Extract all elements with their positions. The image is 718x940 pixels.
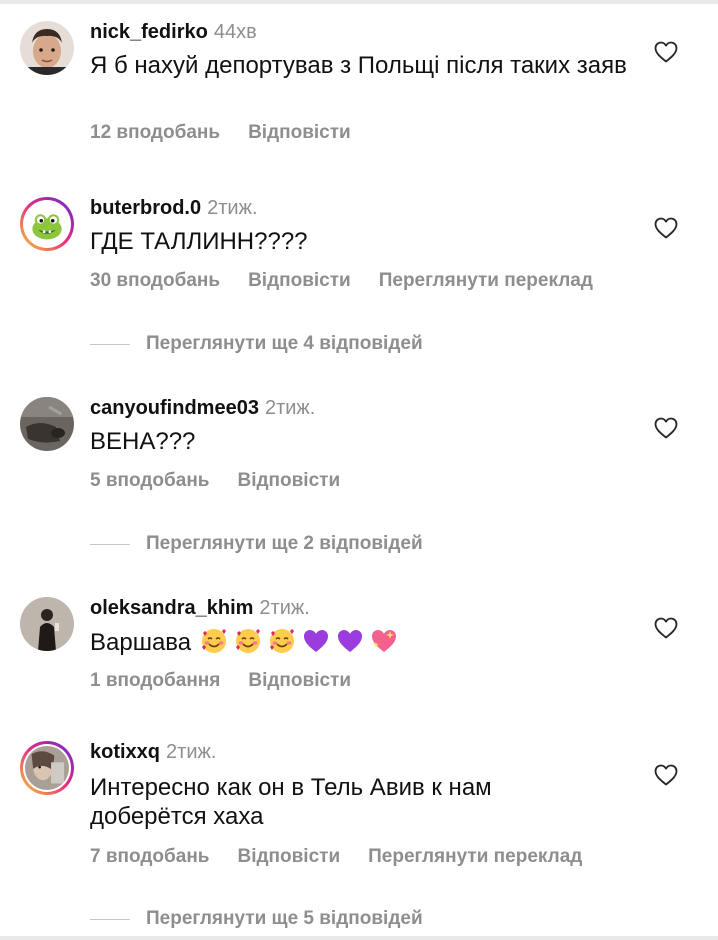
avatar-image (25, 746, 69, 790)
comment-text-content: Варшава (90, 629, 192, 656)
comment-text: Я б нахуй депортував з Польщі після таки… (90, 52, 627, 79)
heart-outline-icon[interactable] (654, 217, 678, 239)
replies-divider (90, 543, 130, 545)
username-link[interactable]: buterbrod.0 (90, 197, 201, 219)
comment-actions: 30 вподобань Відповісти Переглянути перекл… (90, 269, 593, 293)
likes-count[interactable]: 1 вподобання (90, 669, 220, 693)
avatar-image (20, 397, 74, 451)
comment-time: 2тиж. (166, 741, 217, 763)
heart-outline-icon[interactable] (654, 41, 678, 63)
purple-heart-emoji (336, 627, 364, 655)
reply-button[interactable]: Відповісти (248, 669, 351, 693)
reply-button[interactable]: Відповісти (248, 121, 351, 145)
smiling-face-with-hearts-emoji (268, 627, 296, 655)
comment-actions: 5 вподобань Відповісти (90, 469, 368, 493)
avatar[interactable] (20, 21, 74, 75)
comment-actions: 1 вподобання Відповісти (90, 669, 379, 693)
comment-text: Интересно как он в Тель Авив к нам добер… (90, 774, 492, 830)
avatar[interactable] (20, 397, 74, 451)
comment-actions: 7 вподобань Відповісти Переглянути перекла… (90, 845, 582, 869)
avatar[interactable] (20, 741, 74, 795)
avatar-image-wrap (25, 202, 69, 246)
heart-outline-icon[interactable] (654, 417, 678, 439)
view-replies-label: Переглянути ще 2 відповідей (146, 533, 423, 554)
avatar[interactable] (20, 197, 74, 251)
view-replies-label: Переглянути ще 4 відповідей (146, 333, 423, 354)
reply-button[interactable]: Відповісти (237, 845, 340, 869)
comment-text: ГДЕ ТАЛЛИНН???? (90, 228, 308, 255)
smiling-face-with-hearts-emoji (200, 627, 228, 655)
username-link[interactable]: kotixxq (90, 741, 160, 763)
view-replies-button[interactable]: Переглянути ще 2 відповідей (90, 532, 423, 556)
comment-time: 2тиж. (259, 597, 310, 619)
heart-outline-icon[interactable] (654, 764, 678, 786)
comment-actions: 12 вподобань Відповісти (90, 121, 379, 145)
view-replies-label: Переглянути ще 5 відповідей (146, 908, 423, 929)
view-replies-button[interactable]: Переглянути ще 5 відповідей (90, 907, 423, 931)
smiling-face-with-hearts-emoji (234, 627, 262, 655)
replies-divider (90, 343, 130, 345)
username-link[interactable]: canyoufindmee03 (90, 397, 259, 419)
top-border (0, 0, 718, 4)
username-link[interactable]: nick_fedirko (90, 21, 208, 43)
comment-text: Варшава (90, 627, 630, 657)
likes-count[interactable]: 5 вподобань (90, 469, 209, 493)
see-translation-button[interactable]: Переглянути переклад (368, 845, 582, 869)
avatar-image (25, 202, 69, 246)
purple-heart-emoji (302, 627, 330, 655)
comment-header: canyoufindmee03 2тиж. (90, 396, 315, 420)
avatar-image (20, 597, 74, 651)
likes-count[interactable]: 30 вподобань (90, 269, 220, 293)
comment-header: oleksandra_khim 2тиж. (90, 596, 310, 620)
comment-time: 2тиж. (264, 397, 316, 419)
reply-button[interactable]: Відповісти (248, 269, 351, 293)
comment-header: nick_fedirko 44хв (90, 20, 257, 44)
reply-button[interactable]: Відповісти (237, 469, 340, 493)
comment-text: ВЕНА??? (90, 428, 196, 455)
username-link[interactable]: oleksandra_khim (90, 597, 253, 619)
avatar-image-wrap (25, 746, 69, 790)
avatar[interactable] (20, 597, 74, 651)
avatar-image (20, 21, 74, 75)
likes-count[interactable]: 12 вподобань (90, 121, 220, 145)
replies-divider (90, 918, 130, 920)
comment-time: 2тиж. (207, 197, 258, 219)
bottom-border (0, 936, 718, 940)
see-translation-button[interactable]: Переглянути переклад (379, 269, 593, 293)
likes-count[interactable]: 7 вподобань (90, 845, 209, 869)
sparkling-heart-emoji (370, 627, 398, 655)
comment-header: kotixxq 2тиж. (90, 740, 216, 764)
comment-header: buterbrod.0 2тиж. (90, 196, 258, 220)
comment-time: 44хв (213, 21, 257, 43)
heart-outline-icon[interactable] (654, 617, 678, 639)
view-replies-button[interactable]: Переглянути ще 4 відповідей (90, 332, 423, 356)
emoji-row (193, 629, 398, 656)
